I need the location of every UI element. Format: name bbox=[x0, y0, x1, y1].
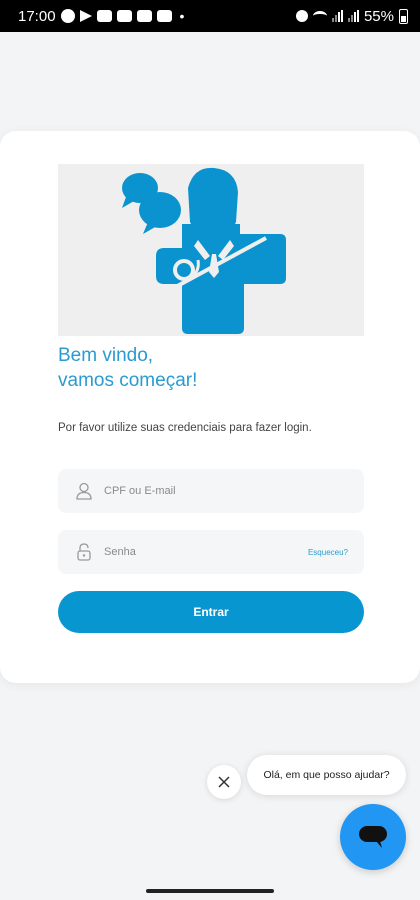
status-time: 17:00 bbox=[18, 7, 56, 25]
wifi-icon bbox=[312, 11, 327, 21]
chat-icon bbox=[359, 826, 387, 848]
welcome-line-2: vamos começar! bbox=[58, 370, 198, 391]
doctor-chat-cross-icon bbox=[58, 164, 364, 336]
status-bar: 17:00 • 55% bbox=[0, 0, 420, 32]
chat-open-button[interactable] bbox=[340, 804, 406, 870]
youtube-icon bbox=[96, 10, 112, 22]
login-instructions: Por favor utilize suas credenciais para … bbox=[58, 422, 312, 434]
welcome-line-1: Bem vindo, bbox=[58, 345, 154, 366]
cpf-email-input[interactable] bbox=[104, 469, 364, 513]
login-card: Bem vindo, vamos começar! Por favor util… bbox=[0, 131, 420, 683]
welcome-heading: Bem vindo, vamos começar! bbox=[58, 343, 378, 393]
chat-close-button[interactable] bbox=[207, 765, 241, 799]
system-nav-bar bbox=[0, 882, 420, 900]
chat-greeting-text: Olá, em que posso ajudar? bbox=[263, 769, 390, 781]
signal-icon bbox=[347, 10, 359, 22]
status-left: 17:00 • bbox=[18, 8, 184, 25]
youtube-icon bbox=[136, 10, 152, 22]
alarm-icon bbox=[295, 10, 308, 22]
home-gesture-handle[interactable] bbox=[146, 889, 274, 893]
lock-icon bbox=[76, 543, 92, 561]
battery-icon bbox=[399, 8, 408, 24]
password-input[interactable] bbox=[104, 530, 308, 574]
status-right: 55% bbox=[295, 7, 408, 25]
user-icon bbox=[76, 482, 92, 500]
chat-greeting-bubble[interactable]: Olá, em que posso ajudar? bbox=[247, 755, 406, 795]
hero-illustration bbox=[122, 167, 286, 334]
youtube-icon bbox=[156, 10, 172, 22]
close-icon bbox=[218, 776, 230, 788]
message-icon bbox=[60, 9, 75, 23]
signal-icon bbox=[331, 10, 343, 22]
cpf-email-field[interactable] bbox=[58, 469, 364, 513]
password-field[interactable]: Esqueceu? bbox=[58, 530, 364, 574]
battery-percent: 55% bbox=[363, 7, 394, 25]
youtube-icon bbox=[116, 10, 132, 22]
more-notifications-dot: • bbox=[179, 8, 185, 24]
forgot-password-link[interactable]: Esqueceu? bbox=[308, 548, 348, 557]
telegram-icon bbox=[79, 10, 92, 22]
login-submit-button[interactable]: Entrar bbox=[58, 591, 364, 633]
